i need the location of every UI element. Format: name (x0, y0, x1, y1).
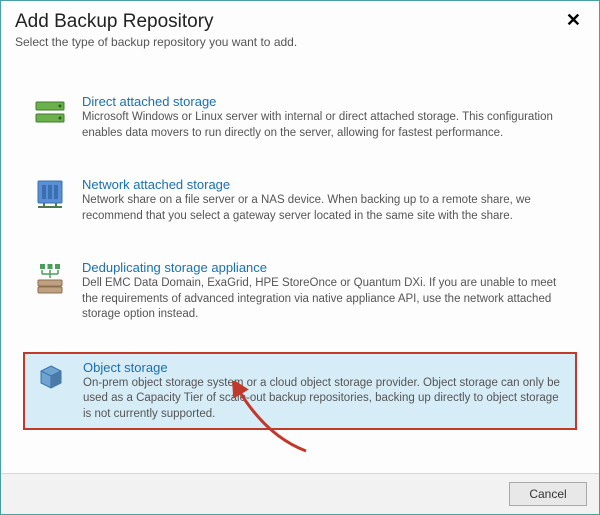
dialog-title: Add Backup Repository (15, 11, 214, 33)
option-title: Direct attached storage (82, 94, 568, 109)
options-list: Direct attached storage Microsoft Window… (1, 63, 599, 473)
option-desc: Dell EMC Data Domain, ExaGrid, HPE Store… (82, 276, 568, 323)
option-desc: On-prem object storage system or a cloud… (83, 376, 567, 423)
titlebar: Add Backup Repository ✕ (1, 1, 599, 33)
object-storage-icon (33, 360, 69, 396)
option-title: Deduplicating storage appliance (82, 260, 568, 275)
option-body: Network attached storage Network share o… (82, 177, 568, 224)
option-body: Deduplicating storage appliance Dell EMC… (82, 260, 568, 323)
dialog-subtitle: Select the type of backup repository you… (1, 33, 599, 63)
option-title: Object storage (83, 360, 567, 375)
add-backup-repository-dialog: Add Backup Repository ✕ Select the type … (0, 0, 600, 515)
option-desc: Microsoft Windows or Linux server with i… (82, 110, 568, 141)
option-desc: Network share on a file server or a NAS … (82, 193, 568, 224)
dialog-footer: Cancel (1, 473, 599, 514)
close-icon[interactable]: ✕ (562, 11, 585, 29)
option-title: Network attached storage (82, 177, 568, 192)
option-deduplicating-storage-appliance[interactable]: Deduplicating storage appliance Dell EMC… (23, 253, 577, 330)
option-object-storage[interactable]: Object storage On-prem object storage sy… (23, 352, 577, 431)
dedup-appliance-icon (32, 260, 68, 296)
cancel-button[interactable]: Cancel (509, 482, 587, 506)
option-network-attached-storage[interactable]: Network attached storage Network share o… (23, 170, 577, 231)
option-body: Object storage On-prem object storage sy… (83, 360, 567, 423)
option-direct-attached-storage[interactable]: Direct attached storage Microsoft Window… (23, 87, 577, 148)
hard-drive-icon (32, 94, 68, 130)
option-body: Direct attached storage Microsoft Window… (82, 94, 568, 141)
nas-icon (32, 177, 68, 213)
